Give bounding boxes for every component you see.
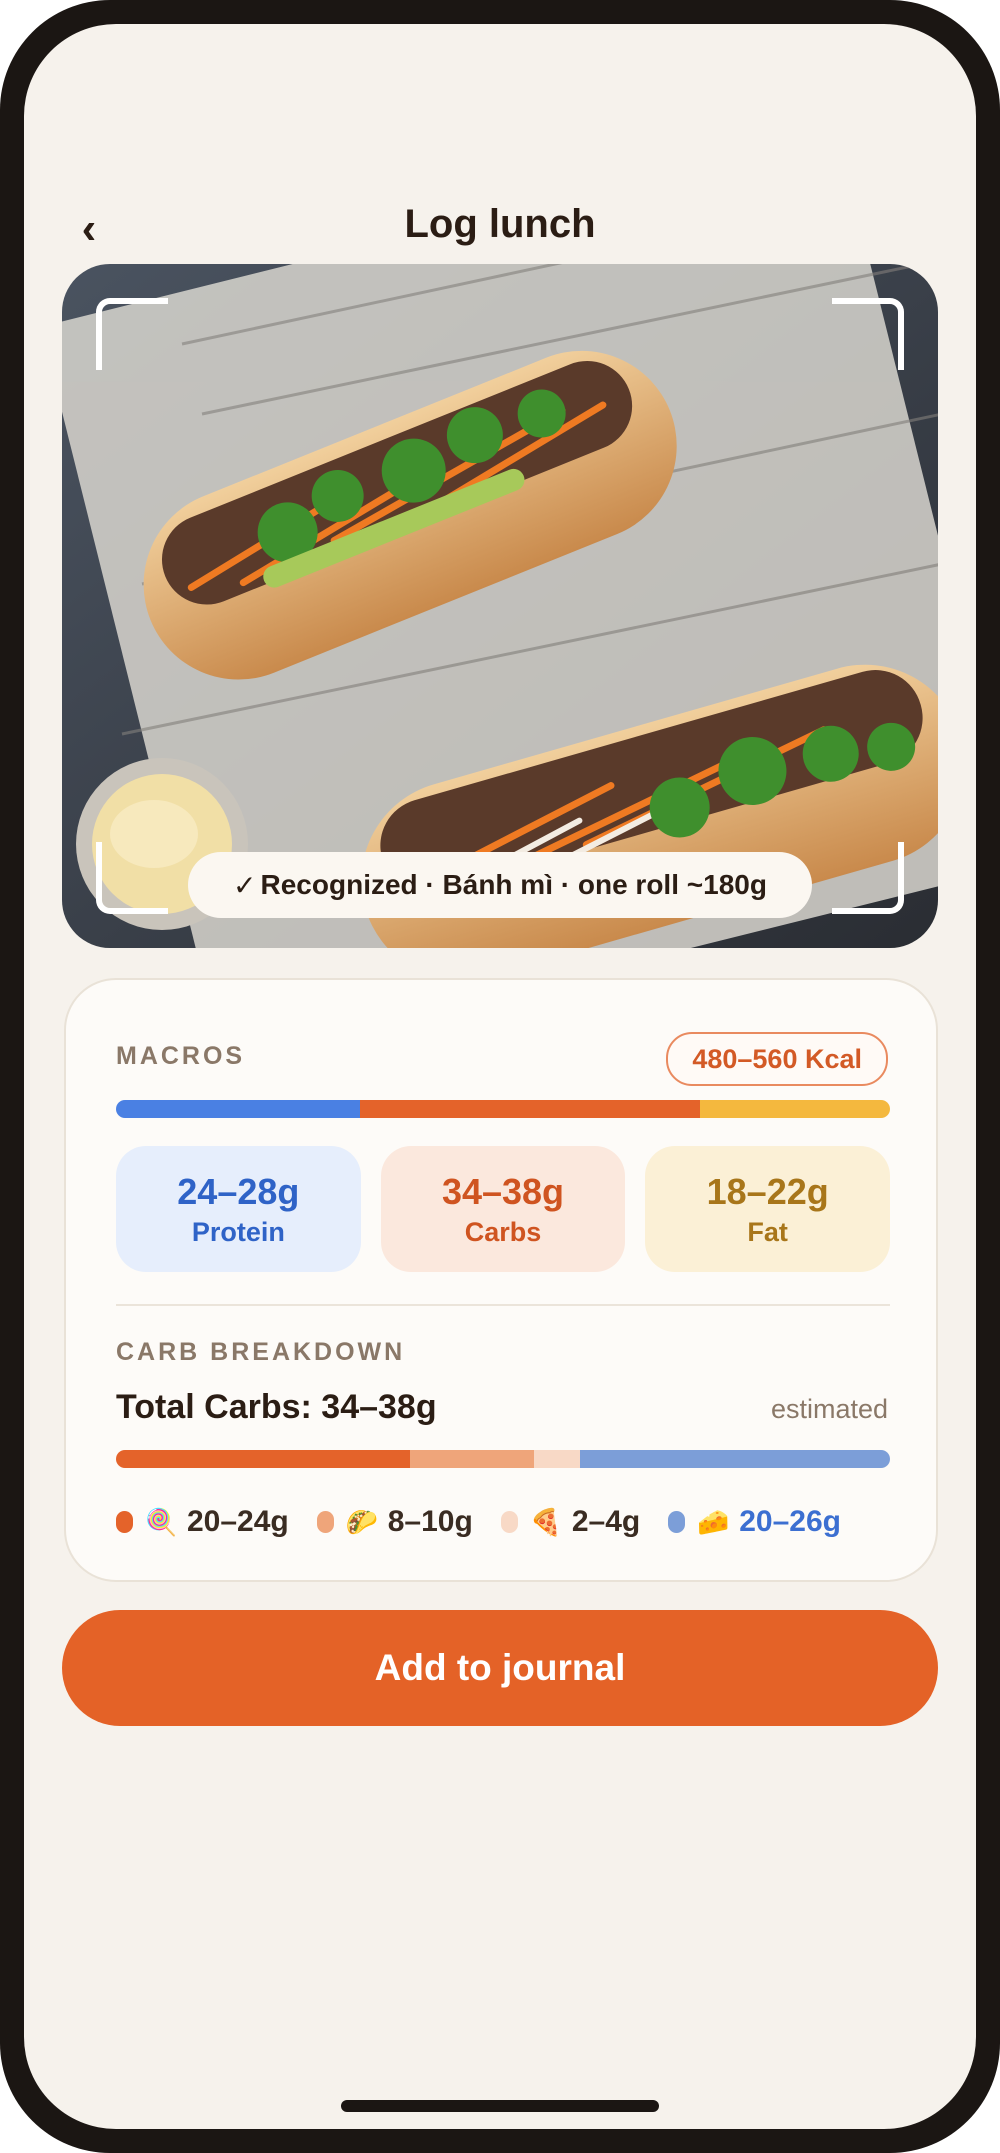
carb-bar-segment: [533, 1450, 581, 1468]
macro-tiles: 24–28g Protein 34–38g Carbs 18–22g Fat: [116, 1146, 891, 1272]
carb-bar-segment: [580, 1450, 890, 1468]
carbs-value: 34–38g: [441, 1170, 565, 1212]
recognized-badge: ✓ Recognized · Bánh mì · one roll ~180g: [188, 852, 812, 918]
add-to-journal-button[interactable]: Add to journal: [62, 1610, 938, 1726]
scan-corner-bottom-left: [96, 842, 168, 914]
nutrition-card: MACROS 480–560 Kcal 24–28g Protein 34–38…: [64, 978, 938, 1582]
food-photo-illustration: [62, 264, 938, 948]
scan-corner-bottom-right: [832, 842, 904, 914]
carb-legend-item: 🍕 2–4g: [500, 1505, 641, 1539]
fat-label: Fat: [747, 1216, 788, 1247]
taco-icon: 🌮: [345, 1506, 379, 1537]
carbs-tile: 34–38g Carbs: [380, 1146, 626, 1272]
legend-value: 20–24g: [187, 1505, 289, 1538]
screen: ‹ Log lunch ✓ Recognized · Bánh mì · one…: [24, 24, 976, 2129]
legend-dot: [316, 1511, 334, 1533]
total-carbs: Total Carbs: 34–38g: [116, 1388, 437, 1426]
recognized-text: Recognized · Bánh mì · one roll ~180g: [260, 869, 767, 900]
protein-value: 24–28g: [177, 1170, 300, 1212]
fat-value: 18–22g: [706, 1170, 829, 1212]
carb-legend-item: 🧀 20–26g: [668, 1505, 841, 1539]
macros-label: MACROS: [116, 1042, 246, 1070]
home-indicator[interactable]: [341, 2100, 659, 2112]
carb-legend-item: 🌮 8–10g: [316, 1505, 473, 1539]
carb-breakdown-label: CARB BREAKDOWN: [116, 1338, 406, 1366]
carb-bar-segment: [410, 1450, 534, 1468]
carbs-label: Carbs: [464, 1216, 542, 1247]
scan-corner-top-left: [96, 298, 168, 370]
food-photo: ✓ Recognized · Bánh mì · one roll ~180g: [62, 264, 938, 948]
legend-dot: [116, 1511, 133, 1533]
legend-dot: [668, 1511, 686, 1533]
carb-legend: 🍭 20–24g 🌮 8–10g 🍕 2–4g 🧀 20–26g: [116, 1502, 890, 1542]
macros-bar-carbs: [359, 1100, 701, 1118]
protein-tile: 24–28g Protein: [116, 1146, 361, 1272]
legend-value: 2–4g: [571, 1505, 641, 1538]
check-icon: ✓: [233, 869, 257, 901]
carb-breakdown-bar: [116, 1450, 890, 1468]
kcal-badge: 480–560 Kcal: [666, 1032, 888, 1086]
fat-tile: 18–22g Fat: [645, 1146, 891, 1272]
top-bar: ‹ Log lunch: [24, 184, 976, 274]
macros-bar-fat: [700, 1100, 890, 1118]
legend-value: 20–26g: [739, 1505, 841, 1538]
cheese-icon: 🧀: [697, 1506, 730, 1537]
macros-bar-protein: [116, 1100, 360, 1118]
phone-frame: ‹ Log lunch ✓ Recognized · Bánh mì · one…: [0, 0, 1000, 2153]
estimated-note: estimated: [770, 1394, 888, 1424]
carb-legend-item: 🍭 20–24g: [116, 1505, 289, 1539]
page-title: Log lunch: [404, 202, 596, 246]
legend-dot: [500, 1511, 518, 1533]
legend-value: 8–10g: [387, 1505, 473, 1538]
macros-bar: [116, 1100, 890, 1118]
scan-corner-top-right: [832, 298, 904, 370]
carb-bar-segment: [116, 1450, 411, 1468]
divider: [116, 1304, 890, 1306]
protein-label: Protein: [191, 1216, 285, 1247]
pizza-icon: 🍕: [529, 1506, 563, 1537]
lollipop-icon: 🍭: [145, 1506, 178, 1537]
